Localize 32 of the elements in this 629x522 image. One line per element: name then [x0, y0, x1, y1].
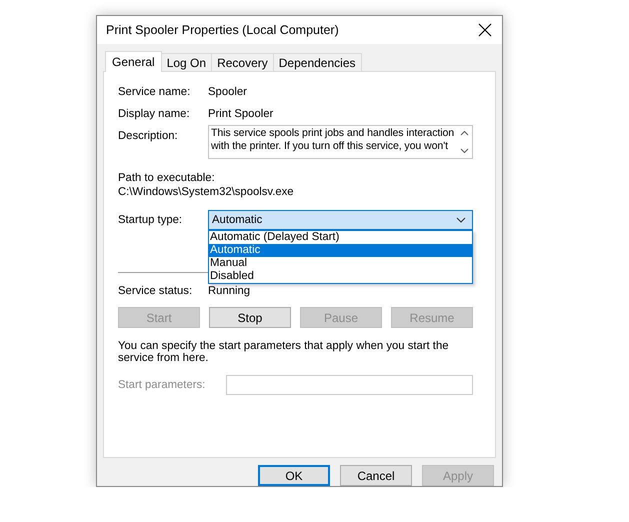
field-value: Spooler	[208, 86, 247, 98]
field-value: Running	[208, 285, 250, 297]
field-label: Startup type:	[118, 214, 184, 226]
field-label: Display name:	[118, 108, 191, 120]
chevron-down-icon	[456, 217, 466, 223]
startup-type-dropdown[interactable]: Automatic	[208, 210, 473, 230]
description-text: This service spools print jobs and handles interaction with the printer. If you turn off this service, you won't	[210, 126, 456, 154]
path-label: Path to executable:	[118, 172, 216, 184]
service-button[interactable]: Stop	[209, 307, 291, 328]
field-value: Print Spooler	[208, 108, 274, 120]
field-label: Service name:	[118, 86, 192, 98]
path-value: C:\Windows\System32\spoolsv.exe	[118, 186, 295, 198]
scroll-up-icon[interactable]	[460, 130, 468, 136]
tab[interactable]: Log On	[160, 53, 212, 71]
dropdown-option[interactable]: Disabled	[209, 270, 472, 283]
field-label: Service status:	[118, 285, 194, 297]
dialog-button[interactable]: Cancel	[340, 465, 412, 486]
close-icon	[478, 23, 492, 37]
field-label: Description:	[118, 129, 179, 142]
dialog-button[interactable]: OK	[258, 465, 330, 486]
dropdown-option[interactable]: Automatic (Delayed Start)	[209, 231, 472, 244]
window-title: Print Spooler Properties (Local Computer)	[106, 23, 339, 37]
field-label: Start parameters:	[118, 379, 206, 391]
scroll-down-icon[interactable]	[460, 148, 468, 154]
dropdown-option[interactable]: Manual	[209, 257, 472, 270]
description-box[interactable]: This service spools print jobs and handles interaction with the printer. If you turn off this service, you won't	[208, 125, 473, 159]
tab[interactable]: Dependencies	[272, 53, 362, 71]
tab[interactable]: Recovery	[211, 53, 274, 71]
close-button[interactable]	[478, 23, 492, 37]
hint-text: You can specify the start parameters that apply when you start the service from here.	[118, 340, 450, 364]
dropdown-option[interactable]: Automatic	[209, 244, 472, 257]
tab[interactable]: General	[105, 51, 162, 72]
